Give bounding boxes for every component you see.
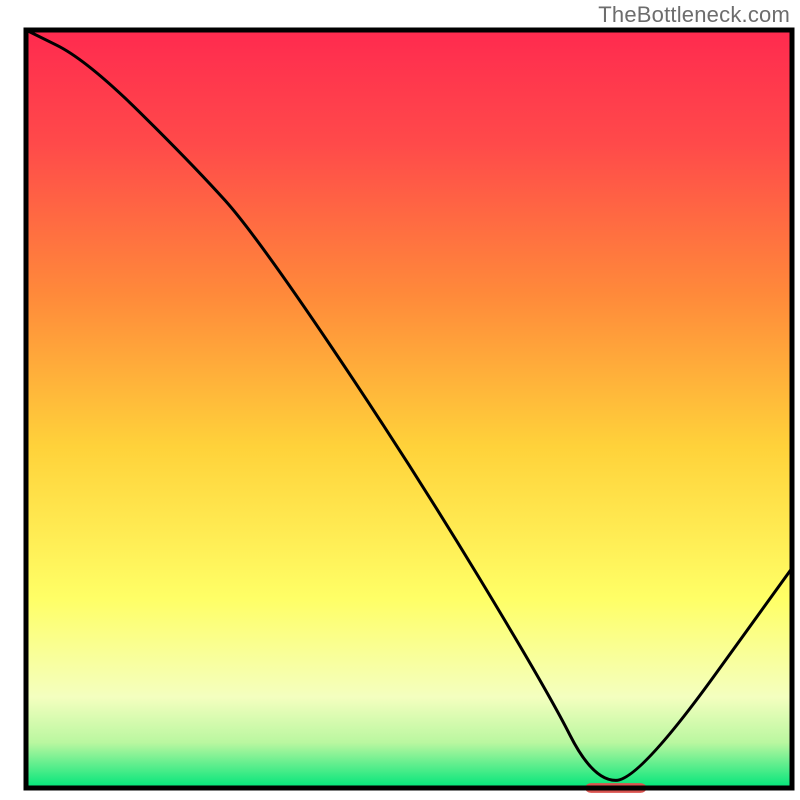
bottleneck-chart bbox=[0, 0, 800, 800]
chart-container: TheBottleneck.com bbox=[0, 0, 800, 800]
watermark-text: TheBottleneck.com bbox=[598, 2, 790, 28]
plot-background bbox=[26, 30, 792, 788]
